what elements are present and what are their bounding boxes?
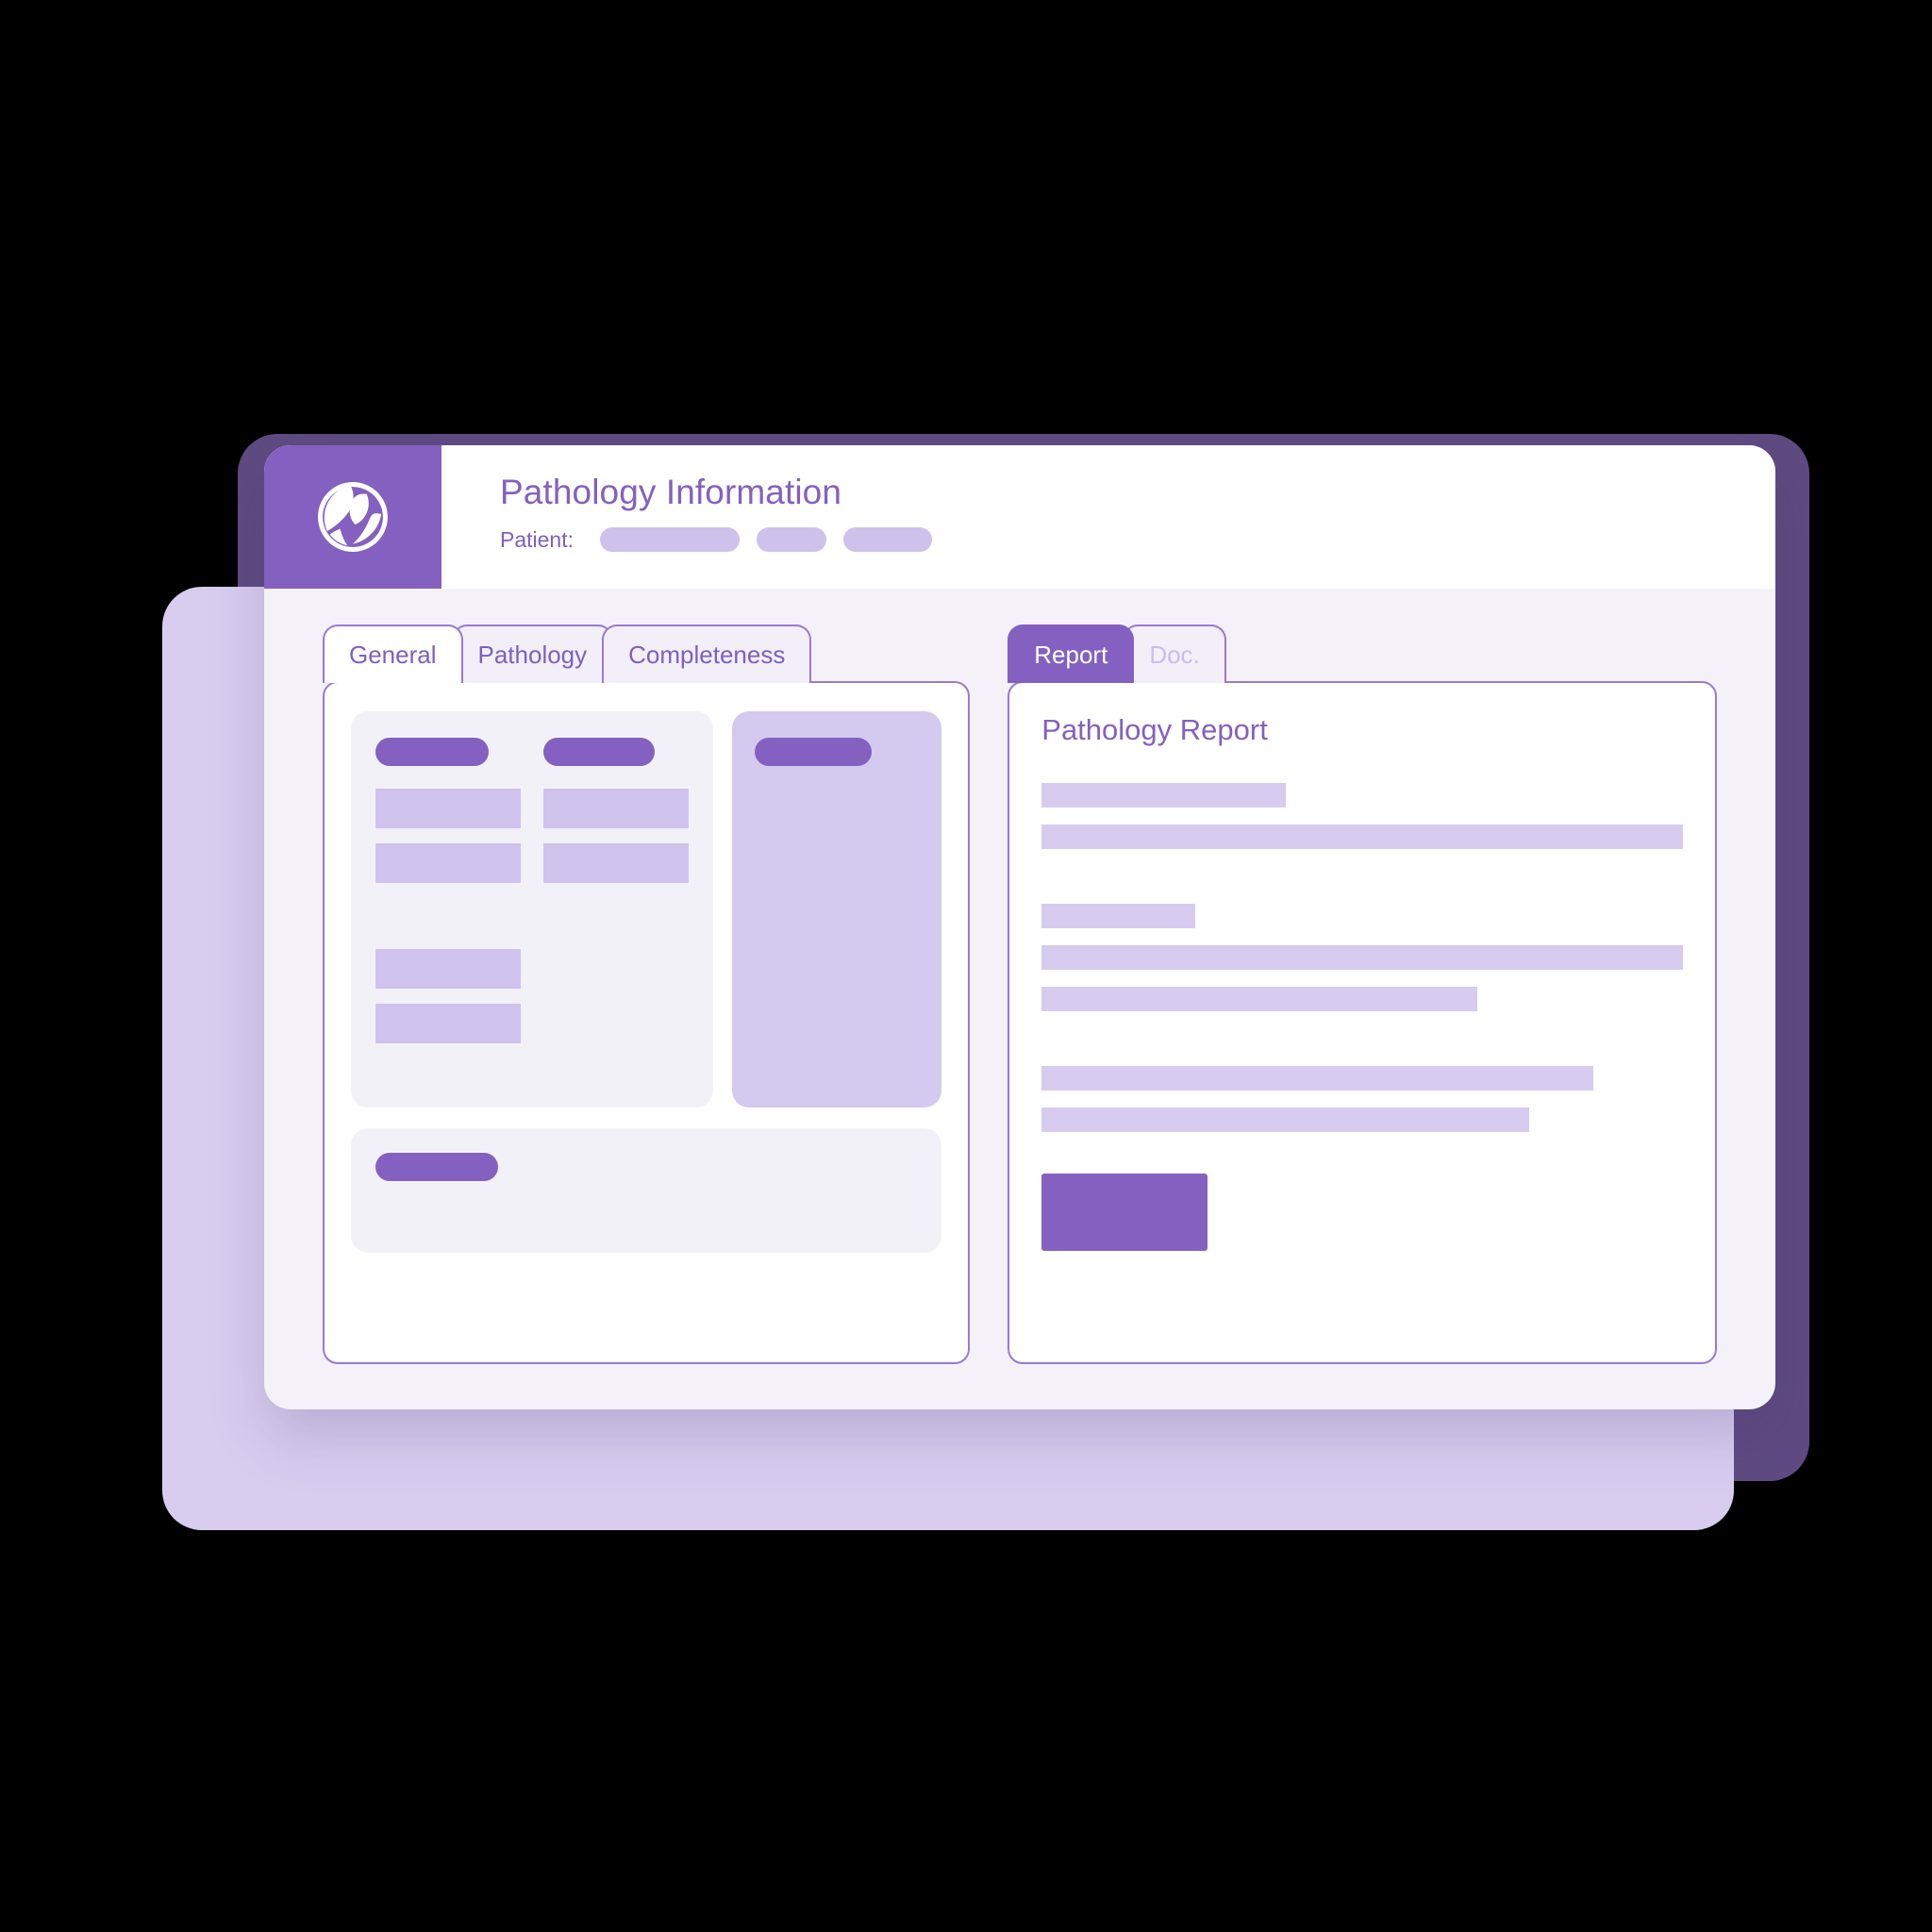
tab-doc[interactable]: Doc. [1123,625,1226,683]
window-body: General Pathology Completeness Report Do… [264,589,1775,1409]
page-title: Pathology Information [500,473,842,511]
general-top-row [351,711,942,1108]
tab-pathology-label: Pathology [477,640,588,669]
globe-leaf-logo-icon [318,482,388,552]
left-tabstrip: General Pathology Completeness [323,625,970,683]
patient-value-placeholder-1 [600,527,740,553]
report-line-3a [1041,1066,1593,1091]
bottom-card-heading-placeholder [375,1153,498,1181]
field-value-placeholder-1d [375,1004,522,1043]
side-summary-card [732,711,942,1108]
tab-general[interactable]: General [323,625,463,683]
report-paragraph-3 [1041,1066,1683,1132]
field-heading-placeholder-2 [543,738,656,766]
field-value-placeholder-1b [375,843,522,883]
report-tab-panel: Pathology Report [1008,681,1717,1364]
report-paragraph-2 [1041,904,1683,1011]
left-panel-wrapper: General Pathology Completeness [323,625,971,1364]
tab-report[interactable]: Report [1008,625,1135,683]
tab-general-label: General [349,640,437,669]
general-tab-panel [323,681,971,1364]
tab-completeness-label: Completeness [628,640,786,669]
side-card-heading-placeholder [755,738,873,766]
window-header: Pathology Information Patient: [264,445,1775,589]
patient-label: Patient: [500,526,574,552]
logo-tile [264,445,441,589]
right-tabstrip: Report Doc. [1008,625,1717,683]
report-line-1a [1041,783,1286,808]
canvas: Pathology Information Patient: General P… [0,0,1932,1932]
report-title: Pathology Report [1041,713,1268,746]
bottom-section-card [351,1128,942,1253]
patient-value-placeholder-2 [757,527,826,553]
report-line-2b [1041,945,1683,970]
field-value-placeholder-1c [375,949,522,989]
header-text-block: Pathology Information Patient: [441,445,1775,589]
tab-doc-label: Doc. [1149,640,1200,669]
field-value-placeholder-2b [543,843,690,883]
tab-pathology[interactable]: Pathology [451,625,614,683]
report-line-1b [1041,824,1683,849]
report-line-2a [1041,904,1196,928]
report-action-button[interactable] [1041,1174,1208,1251]
tab-report-label: Report [1034,640,1108,669]
field-heading-placeholder-1 [375,738,489,766]
report-line-2c [1041,987,1478,1011]
field-value-placeholder-1a [375,789,522,828]
fields-column-1 [375,738,522,1081]
field-value-placeholder-2a [543,789,690,828]
report-line-3b [1041,1108,1529,1132]
fields-card [351,711,714,1108]
report-paragraph-1 [1041,783,1683,849]
tab-completeness[interactable]: Completeness [602,625,812,683]
app-window: Pathology Information Patient: General P… [264,445,1775,1409]
patient-row: Patient: [500,527,1775,553]
patient-value-placeholder-3 [843,527,932,553]
right-panel-wrapper: Report Doc. Pathology Report [1008,625,1717,1364]
fields-column-2 [543,738,690,1081]
